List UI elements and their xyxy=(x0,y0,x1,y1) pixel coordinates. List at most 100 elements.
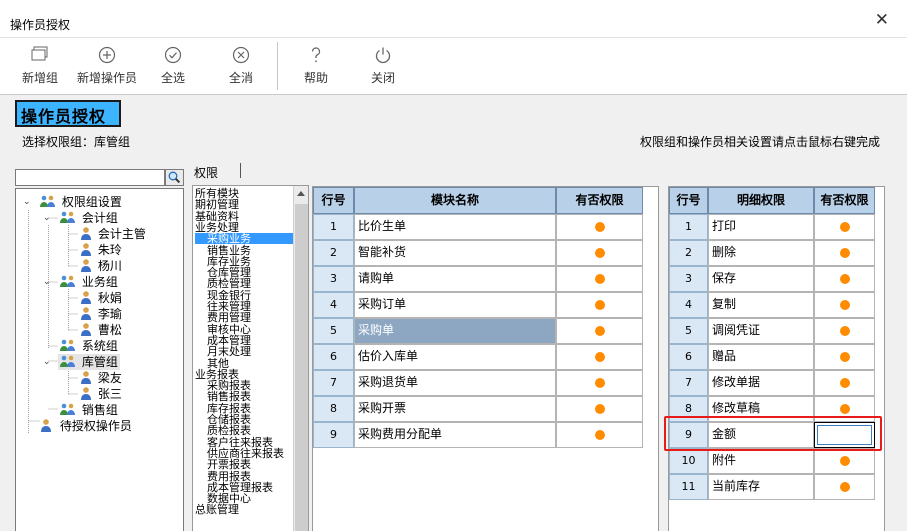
module-name-cell[interactable]: 采购退货单 xyxy=(354,370,556,396)
tree-member[interactable]: 张三 xyxy=(78,386,122,402)
expand-group-icon[interactable]: ⌄ xyxy=(43,354,51,370)
module-list-item[interactable]: 费用管理 xyxy=(195,312,251,323)
detail-name-cell[interactable]: 删除 xyxy=(708,240,814,266)
module-list-item[interactable]: 审核中心 xyxy=(195,324,251,335)
scroll-thumb[interactable] xyxy=(295,204,308,531)
row-number[interactable]: 10 xyxy=(669,448,708,474)
row-number[interactable]: 5 xyxy=(313,318,354,344)
row-number[interactable]: 2 xyxy=(313,240,354,266)
row-number[interactable]: 1 xyxy=(313,214,354,240)
permission-cell[interactable] xyxy=(814,344,875,370)
permission-cell[interactable] xyxy=(556,370,643,396)
tree-member[interactable]: 曹松 xyxy=(78,322,122,338)
row-number[interactable]: 2 xyxy=(669,240,708,266)
permission-cell[interactable] xyxy=(814,448,875,474)
permission-cell[interactable] xyxy=(814,292,875,318)
permission-cell[interactable] xyxy=(556,214,643,240)
scroll-up-icon[interactable] xyxy=(297,191,305,196)
tab-permissions[interactable]: 权限 xyxy=(194,164,218,181)
module-name-cell[interactable]: 智能补货 xyxy=(354,240,556,266)
tree-group-warehouse[interactable]: 库管组 xyxy=(58,354,120,370)
expand-group-icon[interactable]: ⌄ xyxy=(43,274,51,290)
new-group-button[interactable]: 新增组 xyxy=(12,46,68,90)
module-list-item[interactable]: 销售报表 xyxy=(195,391,251,402)
row-number[interactable]: 7 xyxy=(313,370,354,396)
row-number[interactable]: 8 xyxy=(313,396,354,422)
tree-member[interactable]: 梁友 xyxy=(78,370,122,386)
select-all-button[interactable]: 全选 xyxy=(152,46,194,90)
module-name-cell[interactable]: 请购单 xyxy=(354,266,556,292)
module-list-scrollbar[interactable] xyxy=(293,186,308,531)
module-name-cell[interactable]: 比价生单 xyxy=(354,214,556,240)
module-list-item[interactable]: 费用报表 xyxy=(195,471,251,482)
detail-name-cell[interactable]: 赠品 xyxy=(708,344,814,370)
row-number[interactable]: 3 xyxy=(313,266,354,292)
tree-member[interactable]: 秋娟 xyxy=(78,290,122,306)
tree-member[interactable]: 李瑜 xyxy=(78,306,122,322)
permission-cell[interactable] xyxy=(814,266,875,292)
module-name-cell[interactable]: 估价入库单 xyxy=(354,344,556,370)
permission-cell[interactable] xyxy=(556,266,643,292)
help-button[interactable]: 帮助 xyxy=(295,46,337,90)
tree-group-sales[interactable]: 销售组 xyxy=(58,402,118,418)
module-list-item[interactable]: 基础资料 xyxy=(195,211,239,222)
module-name-cell[interactable]: 采购单 xyxy=(354,318,556,344)
close-icon[interactable]: ✕ xyxy=(875,12,889,29)
row-number[interactable]: 7 xyxy=(669,370,708,396)
permission-cell[interactable] xyxy=(556,292,643,318)
row-number[interactable]: 6 xyxy=(313,344,354,370)
row-number[interactable]: 11 xyxy=(669,474,708,500)
module-list-item[interactable]: 质检管理 xyxy=(195,278,251,289)
module-name-cell[interactable]: 采购开票 xyxy=(354,396,556,422)
module-name-cell[interactable]: 采购订单 xyxy=(354,292,556,318)
permission-cell[interactable] xyxy=(556,318,643,344)
row-number[interactable]: 4 xyxy=(669,292,708,318)
permission-cell[interactable] xyxy=(814,474,875,500)
permission-cell[interactable] xyxy=(814,214,875,240)
search-button[interactable] xyxy=(165,169,184,186)
module-list-item[interactable]: 采购业务 xyxy=(195,233,293,245)
row-number[interactable]: 4 xyxy=(313,292,354,318)
module-name-cell[interactable]: 采购费用分配单 xyxy=(354,422,556,448)
module-list-item[interactable]: 月末处理 xyxy=(195,346,251,357)
module-list-item[interactable]: 期初管理 xyxy=(195,199,239,210)
module-list-item[interactable]: 其他 xyxy=(195,358,229,369)
module-list-item[interactable]: 客户往来报表 xyxy=(195,437,273,448)
new-operator-button[interactable]: 新增操作员 xyxy=(74,46,140,90)
module-list-item[interactable]: 质检报表 xyxy=(195,425,251,436)
detail-name-cell[interactable]: 打印 xyxy=(708,214,814,240)
detail-name-cell[interactable]: 附件 xyxy=(708,448,814,474)
detail-name-cell[interactable]: 保存 xyxy=(708,266,814,292)
expand-root-icon[interactable]: ⌄ xyxy=(23,194,31,210)
row-number[interactable]: 5 xyxy=(669,318,708,344)
tree-group-system[interactable]: 系统组 xyxy=(58,338,118,354)
permission-cell[interactable] xyxy=(814,318,875,344)
permission-cell[interactable] xyxy=(814,370,875,396)
detail-name-cell[interactable]: 当前库存 xyxy=(708,474,814,500)
row-number[interactable]: 6 xyxy=(669,344,708,370)
detail-name-cell[interactable]: 调阅凭证 xyxy=(708,318,814,344)
tree-root[interactable]: 权限组设置 xyxy=(38,194,122,210)
tree-pending-operators[interactable]: 待授权操作员 xyxy=(38,418,132,434)
module-list-item[interactable]: 销售业务 xyxy=(195,245,251,256)
row-number[interactable]: 1 xyxy=(669,214,708,240)
tree-member[interactable]: 杨川 xyxy=(78,258,122,274)
permission-cell[interactable] xyxy=(814,240,875,266)
row-number[interactable]: 9 xyxy=(313,422,354,448)
tree-member[interactable]: 朱玲 xyxy=(78,242,122,258)
tree-member[interactable]: 会计主管 xyxy=(78,226,146,242)
detail-name-cell[interactable]: 修改单据 xyxy=(708,370,814,396)
permission-cell[interactable] xyxy=(556,396,643,422)
module-list-item[interactable]: 开票报表 xyxy=(195,459,251,470)
permission-cell[interactable] xyxy=(556,240,643,266)
module-list-item[interactable]: 总账管理 xyxy=(195,504,239,515)
permission-cell[interactable] xyxy=(556,422,643,448)
tree-group-business[interactable]: 业务组 xyxy=(58,274,118,290)
deselect-all-button[interactable]: 全消 xyxy=(220,46,262,90)
tree-group-accounting[interactable]: 会计组 xyxy=(58,210,118,226)
row-number[interactable]: 3 xyxy=(669,266,708,292)
search-input[interactable] xyxy=(15,169,165,186)
permission-cell[interactable] xyxy=(556,344,643,370)
close-button[interactable]: 关闭 xyxy=(362,46,404,90)
expand-group-icon[interactable]: ⌄ xyxy=(43,210,51,226)
